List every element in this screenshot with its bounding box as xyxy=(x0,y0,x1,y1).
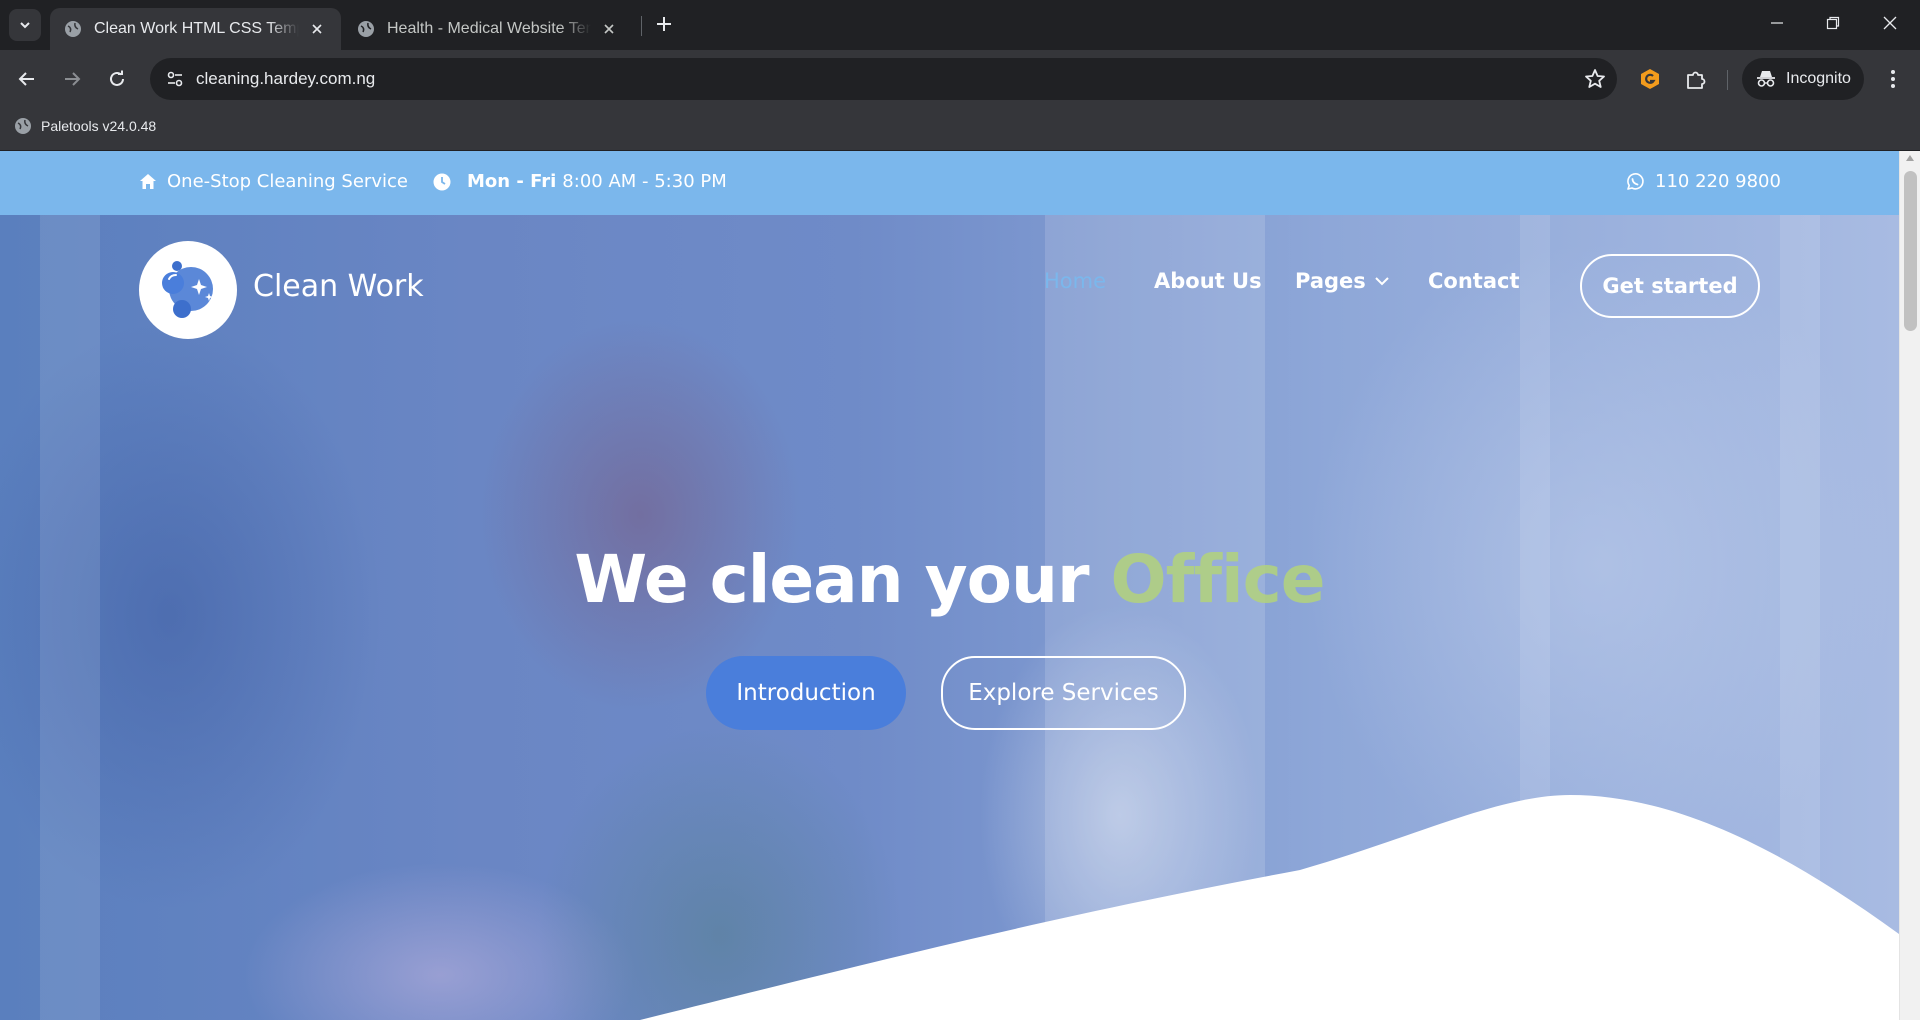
url-text: cleaning.hardey.com.ng xyxy=(196,69,376,88)
close-window-button[interactable] xyxy=(1862,0,1918,46)
restore-button[interactable] xyxy=(1805,0,1861,46)
clock-icon xyxy=(433,173,451,190)
new-tab-button[interactable] xyxy=(650,10,678,38)
nav-about-us[interactable]: About Us xyxy=(1154,269,1262,293)
phone-text: 110 220 9800 xyxy=(1655,171,1781,192)
forward-button[interactable] xyxy=(55,62,89,96)
close-icon xyxy=(1883,16,1897,30)
page-viewport: One-Stop Cleaning Service Mon - Fri 8:00 … xyxy=(0,151,1899,1020)
scrollbar-thumb[interactable] xyxy=(1904,171,1917,331)
tab-clean-work[interactable]: Clean Work HTML CSS Template xyxy=(50,8,341,50)
bookmark-label: Paletools v24.0.48 xyxy=(41,118,157,134)
reload-button[interactable] xyxy=(100,62,134,96)
minimize-icon xyxy=(1771,22,1783,24)
close-icon[interactable] xyxy=(307,19,327,39)
tab-strip: Clean Work HTML CSS Template Health - Me… xyxy=(0,0,1920,50)
close-icon[interactable] xyxy=(599,19,619,39)
minimize-button[interactable] xyxy=(1749,0,1805,46)
restore-icon xyxy=(1826,16,1840,30)
bookmarks-bar: Paletools v24.0.48 xyxy=(0,108,1920,151)
kebab-menu-icon[interactable] xyxy=(1878,64,1908,94)
back-icon xyxy=(18,72,34,86)
tab-search-button[interactable] xyxy=(9,9,41,41)
address-bar[interactable]: cleaning.hardey.com.ng xyxy=(150,58,1617,100)
explore-services-button[interactable]: Explore Services xyxy=(941,656,1186,730)
chevron-down-icon xyxy=(20,22,30,29)
phone-item[interactable]: 110 220 9800 xyxy=(1625,171,1781,192)
plus-icon xyxy=(657,17,671,31)
globe-icon xyxy=(358,21,374,37)
headline-accent: Office xyxy=(1110,541,1326,618)
browser-toolbar: cleaning.hardey.com.ng Incognito xyxy=(0,50,1920,108)
hours-text: 8:00 AM - 5:30 PM xyxy=(562,171,727,192)
puzzle-icon[interactable] xyxy=(1681,64,1711,94)
get-started-button[interactable]: Get started xyxy=(1580,254,1760,318)
bubbles-logo-icon xyxy=(162,261,213,318)
brand-logo[interactable] xyxy=(139,241,237,339)
nav-home[interactable]: Home xyxy=(1044,269,1106,293)
brand-name[interactable]: Clean Work xyxy=(253,269,424,304)
site-info-icon[interactable] xyxy=(162,66,188,92)
tab-title: Health - Medical Website Template xyxy=(387,20,591,37)
tab-health-medical[interactable]: Health - Medical Website Template xyxy=(343,8,633,50)
incognito-badge[interactable]: Incognito xyxy=(1742,58,1864,100)
globe-icon xyxy=(65,21,81,37)
globe-icon xyxy=(15,118,31,134)
star-icon[interactable] xyxy=(1583,67,1607,91)
nav-contact[interactable]: Contact xyxy=(1428,269,1520,293)
nav-pages-label: Pages xyxy=(1295,269,1366,293)
home-icon xyxy=(140,174,156,189)
back-button[interactable] xyxy=(10,62,44,96)
days-text: Mon - Fri xyxy=(467,171,557,192)
toolbar-separator xyxy=(1727,70,1728,90)
tab-title: Clean Work HTML CSS Template xyxy=(94,20,299,37)
hours-item: Mon - Fri 8:00 AM - 5:30 PM xyxy=(433,171,727,192)
tagline-item: One-Stop Cleaning Service xyxy=(139,171,408,192)
whatsapp-icon xyxy=(1627,172,1644,190)
introduction-button[interactable]: Introduction xyxy=(706,656,906,730)
reload-icon xyxy=(110,70,124,86)
tab-separator xyxy=(641,16,642,36)
nav-pages[interactable]: Pages xyxy=(1295,269,1390,293)
page-scrollbar[interactable] xyxy=(1899,151,1920,1020)
tagline-text: One-Stop Cleaning Service xyxy=(167,171,408,192)
chevron-down-icon xyxy=(1375,277,1389,286)
hero-headline: We clean your Office xyxy=(0,541,1899,618)
scroll-up-arrow[interactable] xyxy=(1906,155,1914,161)
forward-icon xyxy=(65,72,81,86)
headline-text: We clean your xyxy=(574,541,1089,618)
extension-g-icon[interactable] xyxy=(1635,64,1665,94)
info-topbar: One-Stop Cleaning Service Mon - Fri 8:00 … xyxy=(0,151,1899,215)
incognito-icon xyxy=(1757,71,1775,87)
incognito-label: Incognito xyxy=(1786,70,1851,87)
bookmark-paletools[interactable]: Paletools v24.0.48 xyxy=(14,117,156,135)
